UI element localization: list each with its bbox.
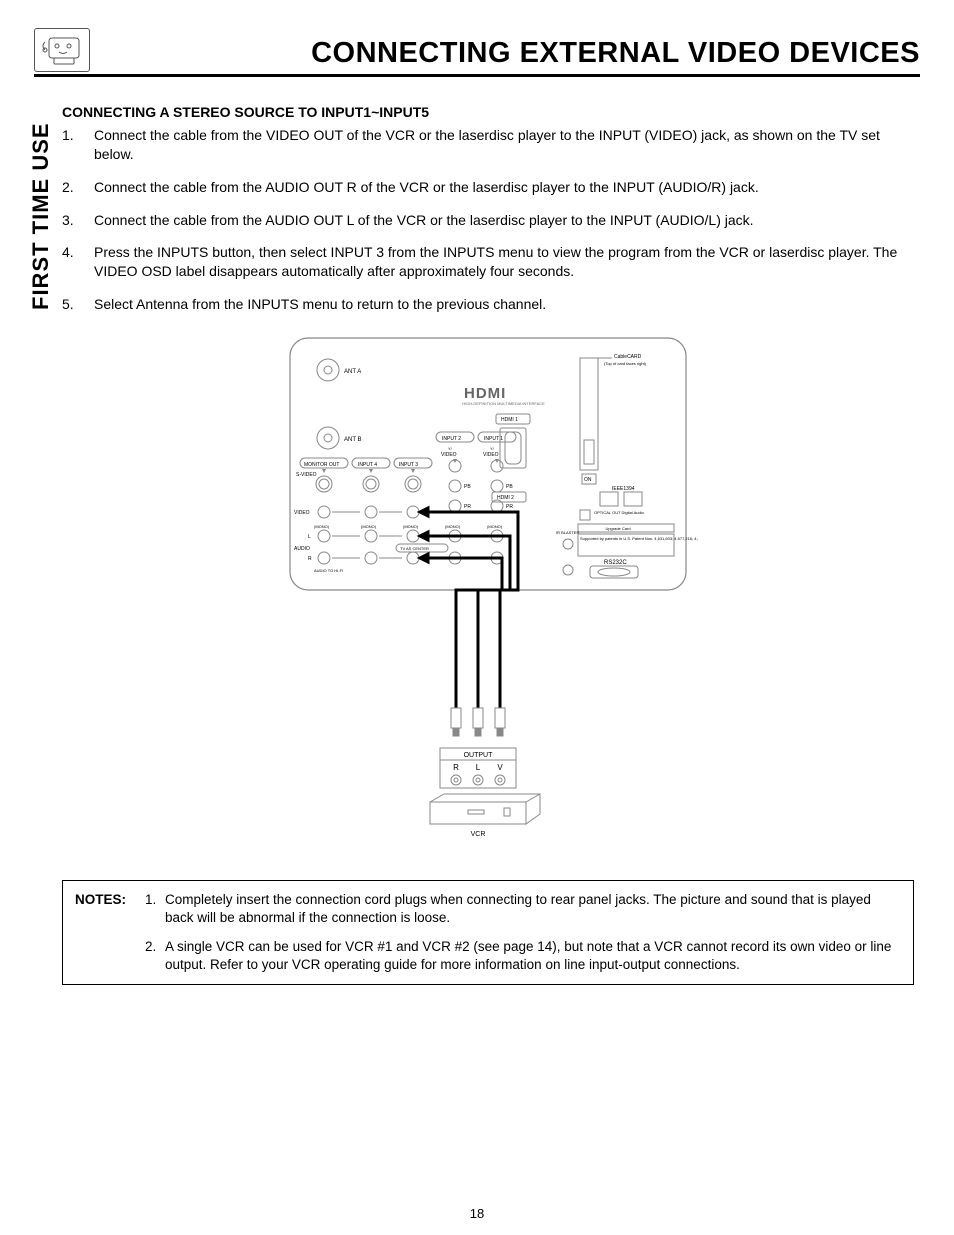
svg-text:L: L [308, 534, 311, 540]
svg-text:R: R [308, 556, 312, 562]
svg-text:R: R [453, 763, 459, 772]
svg-text:(MONO): (MONO) [445, 524, 461, 529]
svg-text:IR BLASTER: IR BLASTER [556, 530, 579, 535]
svg-text:(MONO): (MONO) [361, 524, 377, 529]
svg-text:PR: PR [506, 504, 513, 510]
svg-text:VCR: VCR [471, 831, 486, 838]
svg-text:PB: PB [506, 484, 513, 490]
page-header: CONNECTING EXTERNAL VIDEO DEVICES [34, 28, 920, 77]
svg-text:INPUT 1: INPUT 1 [484, 436, 503, 442]
svg-text:Supported by patents in U.S. P: Supported by patents in U.S. Patent Nos.… [580, 536, 698, 541]
svg-text:V: V [497, 763, 503, 772]
section-heading: CONNECTING A STEREO SOURCE TO INPUT1~INP… [62, 103, 914, 122]
step-item: Press the INPUTS button, then select INP… [62, 243, 914, 281]
tv-mascot-icon [34, 28, 90, 72]
svg-text:OPTICAL OUT Digital Audio: OPTICAL OUT Digital Audio [594, 510, 645, 515]
svg-text:OUTPUT: OUTPUT [464, 752, 494, 759]
svg-text:(Top of card faces right): (Top of card faces right) [604, 361, 647, 366]
svg-text:MONITOR OUT: MONITOR OUT [304, 462, 339, 468]
side-tab-label: FIRST TIME USE [28, 122, 54, 310]
step-item: Connect the cable from the VIDEO OUT of … [62, 126, 914, 164]
step-item: Select Antenna from the INPUTS menu to r… [62, 295, 914, 314]
step-item: Connect the cable from the AUDIO OUT L o… [62, 211, 914, 230]
svg-text:ANT B: ANT B [344, 437, 362, 443]
note-item: A single VCR can be used for VCR #1 and … [145, 938, 901, 974]
svg-text:HDMI: HDMI [464, 385, 506, 402]
svg-text:S-VIDEO: S-VIDEO [296, 472, 317, 478]
svg-text:CableCARD: CableCARD [614, 354, 642, 360]
svg-text:PR: PR [464, 504, 471, 510]
svg-text:VIDEO: VIDEO [483, 452, 499, 458]
svg-text:L: L [476, 763, 481, 772]
notes-box: NOTES: Completely insert the connection … [62, 880, 914, 985]
svg-text:IEEE1394: IEEE1394 [612, 486, 635, 492]
svg-text:Upgrade Card: Upgrade Card [605, 526, 630, 531]
svg-text:(MONO): (MONO) [314, 524, 330, 529]
step-item: Connect the cable from the AUDIO OUT R o… [62, 178, 914, 197]
svg-text:Y/: Y/ [490, 446, 495, 451]
svg-text:AUDIO TO HI-FI: AUDIO TO HI-FI [314, 568, 343, 573]
svg-text:ON: ON [584, 477, 592, 483]
svg-text:TV AS CENTER: TV AS CENTER [400, 546, 429, 551]
notes-label: NOTES: [75, 891, 135, 974]
svg-text:AUDIO: AUDIO [294, 546, 310, 552]
steps-list: Connect the cable from the VIDEO OUT of … [62, 126, 914, 314]
note-item: Completely insert the connection cord pl… [145, 891, 901, 927]
svg-text:INPUT 2: INPUT 2 [442, 436, 461, 442]
page-title: CONNECTING EXTERNAL VIDEO DEVICES [104, 37, 920, 72]
connection-diagram: ANT A ANT B HDMI HIGH-DEFINITION MULTIME… [62, 332, 914, 852]
svg-text:ANT A: ANT A [344, 369, 361, 375]
svg-text:RS232C: RS232C [604, 560, 627, 566]
notes-list: Completely insert the connection cord pl… [145, 891, 901, 974]
svg-text:VIDEO: VIDEO [441, 452, 457, 458]
svg-text:VIDEO: VIDEO [294, 510, 310, 516]
svg-text:(MONO): (MONO) [403, 524, 419, 529]
main-content: CONNECTING A STEREO SOURCE TO INPUT1~INP… [62, 103, 914, 985]
svg-text:INPUT 3: INPUT 3 [399, 462, 418, 468]
svg-text:HDMI 2: HDMI 2 [497, 495, 514, 501]
svg-text:Y/: Y/ [448, 446, 453, 451]
svg-text:(MONO): (MONO) [487, 524, 503, 529]
svg-text:HIGH-DEFINITION MULTIMEDIA INT: HIGH-DEFINITION MULTIMEDIA INTERFACE [462, 401, 545, 406]
page-number: 18 [0, 1206, 954, 1221]
svg-text:PB: PB [464, 484, 471, 490]
svg-text:INPUT 4: INPUT 4 [358, 462, 377, 468]
svg-text:HDMI 1: HDMI 1 [501, 417, 518, 423]
